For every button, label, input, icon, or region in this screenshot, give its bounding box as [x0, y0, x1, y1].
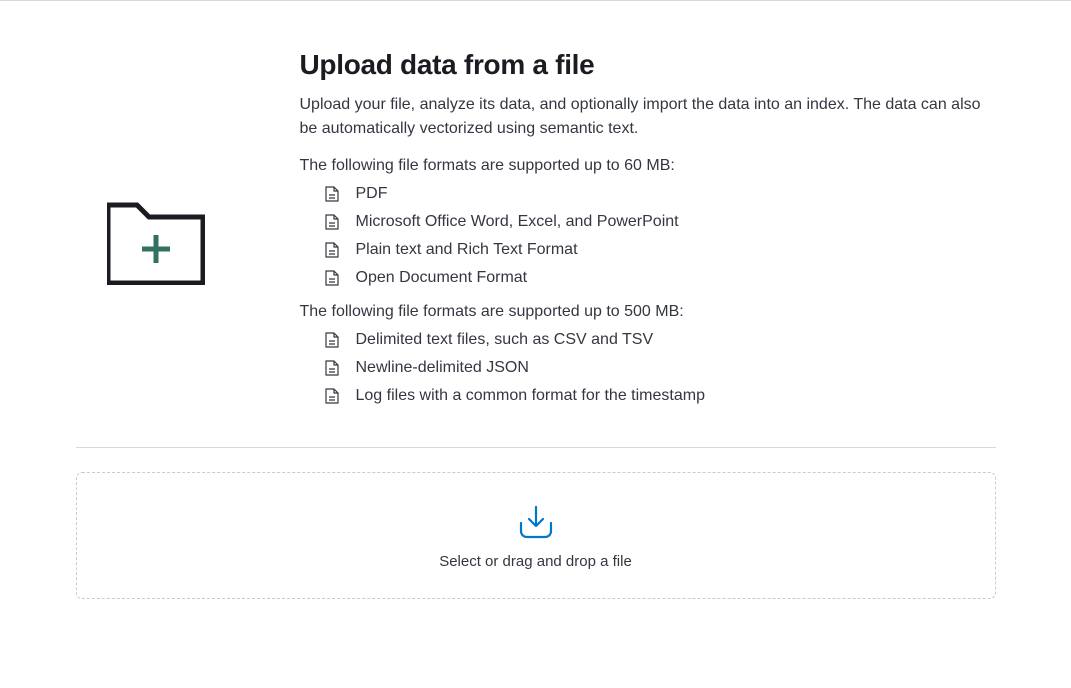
list-item-label: Delimited text files, such as CSV and TS…: [356, 331, 654, 349]
document-icon: [324, 270, 340, 286]
document-icon: [324, 388, 340, 404]
list-item: Open Document Format: [324, 269, 996, 287]
document-icon: [324, 186, 340, 202]
import-icon: [517, 505, 555, 539]
list-item-label: Plain text and Rich Text Format: [356, 241, 578, 259]
list-item-label: Log files with a common format for the t…: [356, 387, 705, 405]
dropzone-label: Select or drag and drop a file: [439, 553, 632, 570]
page-description: Upload your file, analyze its data, and …: [300, 93, 996, 141]
document-icon: [324, 214, 340, 230]
list-item: PDF: [324, 185, 996, 203]
document-icon: [324, 360, 340, 376]
list-item-label: Microsoft Office Word, Excel, and PowerP…: [356, 213, 679, 231]
small-formats-intro: The following file formats are supported…: [300, 157, 996, 175]
list-item-label: Newline-delimited JSON: [356, 359, 529, 377]
divider: [76, 447, 996, 448]
list-item: Newline-delimited JSON: [324, 359, 996, 377]
list-item: Microsoft Office Word, Excel, and PowerP…: [324, 213, 996, 231]
list-item: Plain text and Rich Text Format: [324, 241, 996, 259]
folder-plus-icon: [107, 201, 205, 285]
large-formats-list: Delimited text files, such as CSV and TS…: [300, 331, 996, 405]
large-formats-intro: The following file formats are supported…: [300, 303, 996, 321]
document-icon: [324, 242, 340, 258]
file-dropzone[interactable]: Select or drag and drop a file: [76, 472, 996, 599]
list-item: Delimited text files, such as CSV and TS…: [324, 331, 996, 349]
list-item: Log files with a common format for the t…: [324, 387, 996, 405]
document-icon: [324, 332, 340, 348]
upload-illustration: [76, 41, 236, 285]
list-item-label: PDF: [356, 185, 388, 203]
list-item-label: Open Document Format: [356, 269, 528, 287]
small-formats-list: PDF Microsoft Office Word, Excel, and Po…: [300, 185, 996, 287]
page-title: Upload data from a file: [300, 49, 996, 81]
